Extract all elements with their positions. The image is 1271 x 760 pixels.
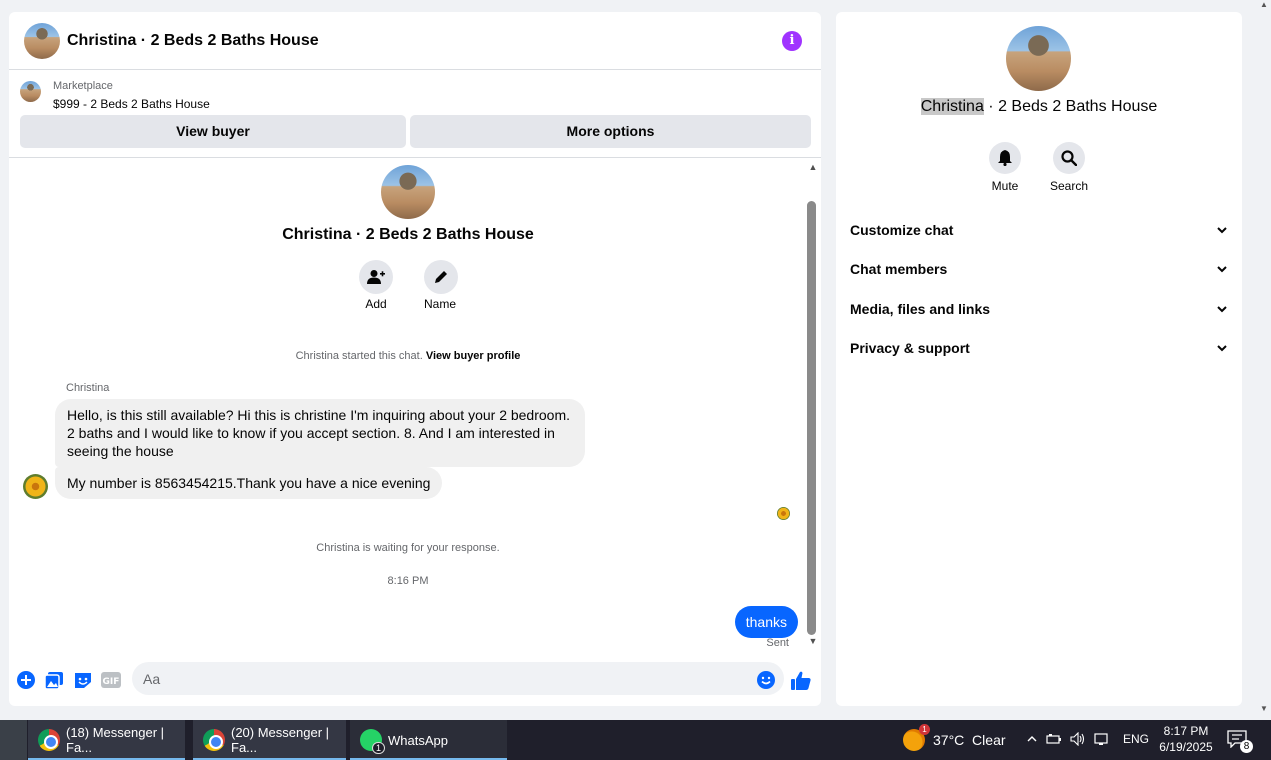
chrome-icon: [203, 729, 225, 751]
chat-avatar[interactable]: [24, 22, 60, 59]
message-timestamp: 8:16 PM: [387, 575, 429, 587]
marketplace-banner[interactable]: Marketplace $999 - 2 Beds 2 Baths House: [9, 70, 821, 114]
clock-date: 6/19/2025: [1159, 740, 1213, 754]
chevron-down-icon: [1217, 227, 1227, 234]
emoji-icon[interactable]: [756, 670, 776, 690]
pencil-icon: [435, 271, 447, 283]
notification-count: 8: [1240, 740, 1253, 753]
svg-text:GIF: GIF: [103, 677, 120, 687]
scroll-down-arrow-icon[interactable]: ▼: [807, 636, 819, 646]
chat-started-text: Christina started this chat.: [295, 350, 423, 362]
sent-status: Sent: [766, 637, 789, 649]
add-label: Add: [365, 297, 387, 311]
photo-icon[interactable]: [44, 670, 64, 690]
info-title: Christina · 2 Beds 2 Baths House: [836, 98, 1242, 116]
listing-title: $999 - 2 Beds 2 Baths House: [53, 97, 210, 111]
marketplace-label: Marketplace: [53, 80, 113, 92]
chat-panel: Christina · 2 Beds 2 Baths House i Marke…: [9, 12, 821, 706]
thumbs-up-icon[interactable]: [791, 670, 811, 690]
intro-title: Christina · 2 Beds 2 Baths House: [282, 226, 534, 243]
incoming-message[interactable]: My number is 8563454215.Thank you have a…: [55, 467, 443, 499]
sticker-icon[interactable]: [73, 670, 93, 690]
system-tray: [1026, 731, 1108, 749]
taskbar-item-messenger-1[interactable]: (18) Messenger | Fa...: [28, 720, 185, 760]
taskbar-item-messenger-2[interactable]: (20) Messenger | Fa...: [193, 720, 346, 760]
scrollbar-thumb[interactable]: [807, 201, 816, 635]
add-person-button[interactable]: [359, 260, 393, 294]
view-buyer-profile-link[interactable]: View buyer profile: [426, 350, 521, 362]
message-input[interactable]: [132, 662, 784, 695]
chevron-up-icon[interactable]: [1026, 733, 1038, 748]
weather-alert-badge: 1: [919, 724, 930, 735]
mute-label: Mute: [991, 179, 1019, 193]
mute-button[interactable]: [989, 142, 1021, 174]
outgoing-message[interactable]: thanks: [734, 606, 798, 638]
chevron-down-icon: [1217, 345, 1227, 352]
clock[interactable]: 8:17 PM 6/19/2025: [1158, 723, 1214, 755]
section-chat-members[interactable]: Chat members: [850, 259, 1228, 279]
chat-header: Christina · 2 Beds 2 Baths House i: [9, 12, 821, 70]
sender-name: Christina: [66, 382, 110, 394]
section-label: Privacy & support: [850, 340, 970, 356]
chat-title[interactable]: Christina · 2 Beds 2 Baths House: [67, 32, 319, 50]
seen-receipt-avatar: [777, 507, 790, 520]
network-icon[interactable]: [1094, 732, 1108, 749]
taskbar-item-label: (18) Messenger | Fa...: [66, 725, 165, 755]
info-avatar[interactable]: [1006, 26, 1071, 91]
search-label: Search: [1049, 179, 1089, 193]
name-label: Name: [423, 297, 456, 311]
chevron-down-icon: [1217, 266, 1227, 273]
chevron-down-icon: [1217, 306, 1227, 313]
info-title-rest: · 2 Beds 2 Baths House: [983, 98, 1158, 115]
section-customize-chat[interactable]: Customize chat: [850, 220, 1228, 240]
taskbar-item-label: WhatsApp: [388, 732, 448, 748]
page-scroll-down-icon[interactable]: ▼: [1260, 704, 1268, 713]
chat-started-notice: Christina started this chat. View buyer …: [9, 350, 807, 362]
whatsapp-icon: 1: [360, 729, 385, 754]
chat-info-panel: Christina · 2 Beds 2 Baths House Mute Se…: [836, 12, 1242, 706]
view-buyer-button[interactable]: View buyer: [20, 115, 406, 148]
incoming-message[interactable]: Hello, is this still available? Hi this …: [55, 399, 585, 467]
search-button[interactable]: [1053, 142, 1085, 174]
battery-icon[interactable]: [1046, 733, 1062, 748]
sender-avatar[interactable]: [23, 474, 48, 499]
info-title-highlight: Christina: [920, 98, 984, 115]
start-button[interactable]: [0, 720, 27, 760]
gif-icon[interactable]: GIF: [101, 670, 121, 690]
waiting-notice: Christina is waiting for your response.: [316, 542, 500, 554]
weather-text: 37°C Clear: [933, 732, 1006, 748]
taskbar: (18) Messenger | Fa... (20) Messenger | …: [0, 720, 1271, 760]
plus-icon[interactable]: [16, 670, 36, 690]
volume-icon[interactable]: [1070, 731, 1086, 749]
divider: [9, 157, 821, 158]
page-scroll-up-icon[interactable]: ▲: [1260, 0, 1268, 9]
language-indicator[interactable]: ENG: [1123, 732, 1149, 746]
clock-time: 8:17 PM: [1163, 724, 1209, 738]
intro-avatar[interactable]: [381, 165, 435, 219]
weather-sun-icon: 1: [903, 724, 930, 751]
section-privacy-support[interactable]: Privacy & support: [850, 338, 1228, 358]
message-composer: GIF: [9, 662, 821, 698]
section-label: Customize chat: [850, 222, 954, 238]
add-person-icon: [367, 270, 385, 284]
info-icon[interactable]: i: [782, 31, 802, 51]
listing-thumbnail: [20, 81, 41, 102]
edit-name-button[interactable]: [424, 260, 458, 294]
section-label: Media, files and links: [850, 301, 991, 317]
taskbar-item-label: (20) Messenger | Fa...: [231, 725, 330, 755]
search-icon: [1061, 150, 1077, 166]
weather-widget[interactable]: 1 37°C Clear: [903, 724, 1006, 751]
chrome-icon: [38, 729, 60, 751]
notification-center-button[interactable]: 8: [1227, 730, 1253, 753]
more-options-button[interactable]: More options: [410, 115, 811, 148]
section-media-files-links[interactable]: Media, files and links: [850, 299, 1228, 319]
scroll-up-arrow-icon[interactable]: ▲: [807, 162, 819, 172]
section-label: Chat members: [850, 261, 948, 277]
taskbar-item-whatsapp[interactable]: 1 WhatsApp: [350, 720, 507, 760]
bell-icon: [998, 150, 1012, 166]
whatsapp-badge: 1: [371, 742, 385, 754]
